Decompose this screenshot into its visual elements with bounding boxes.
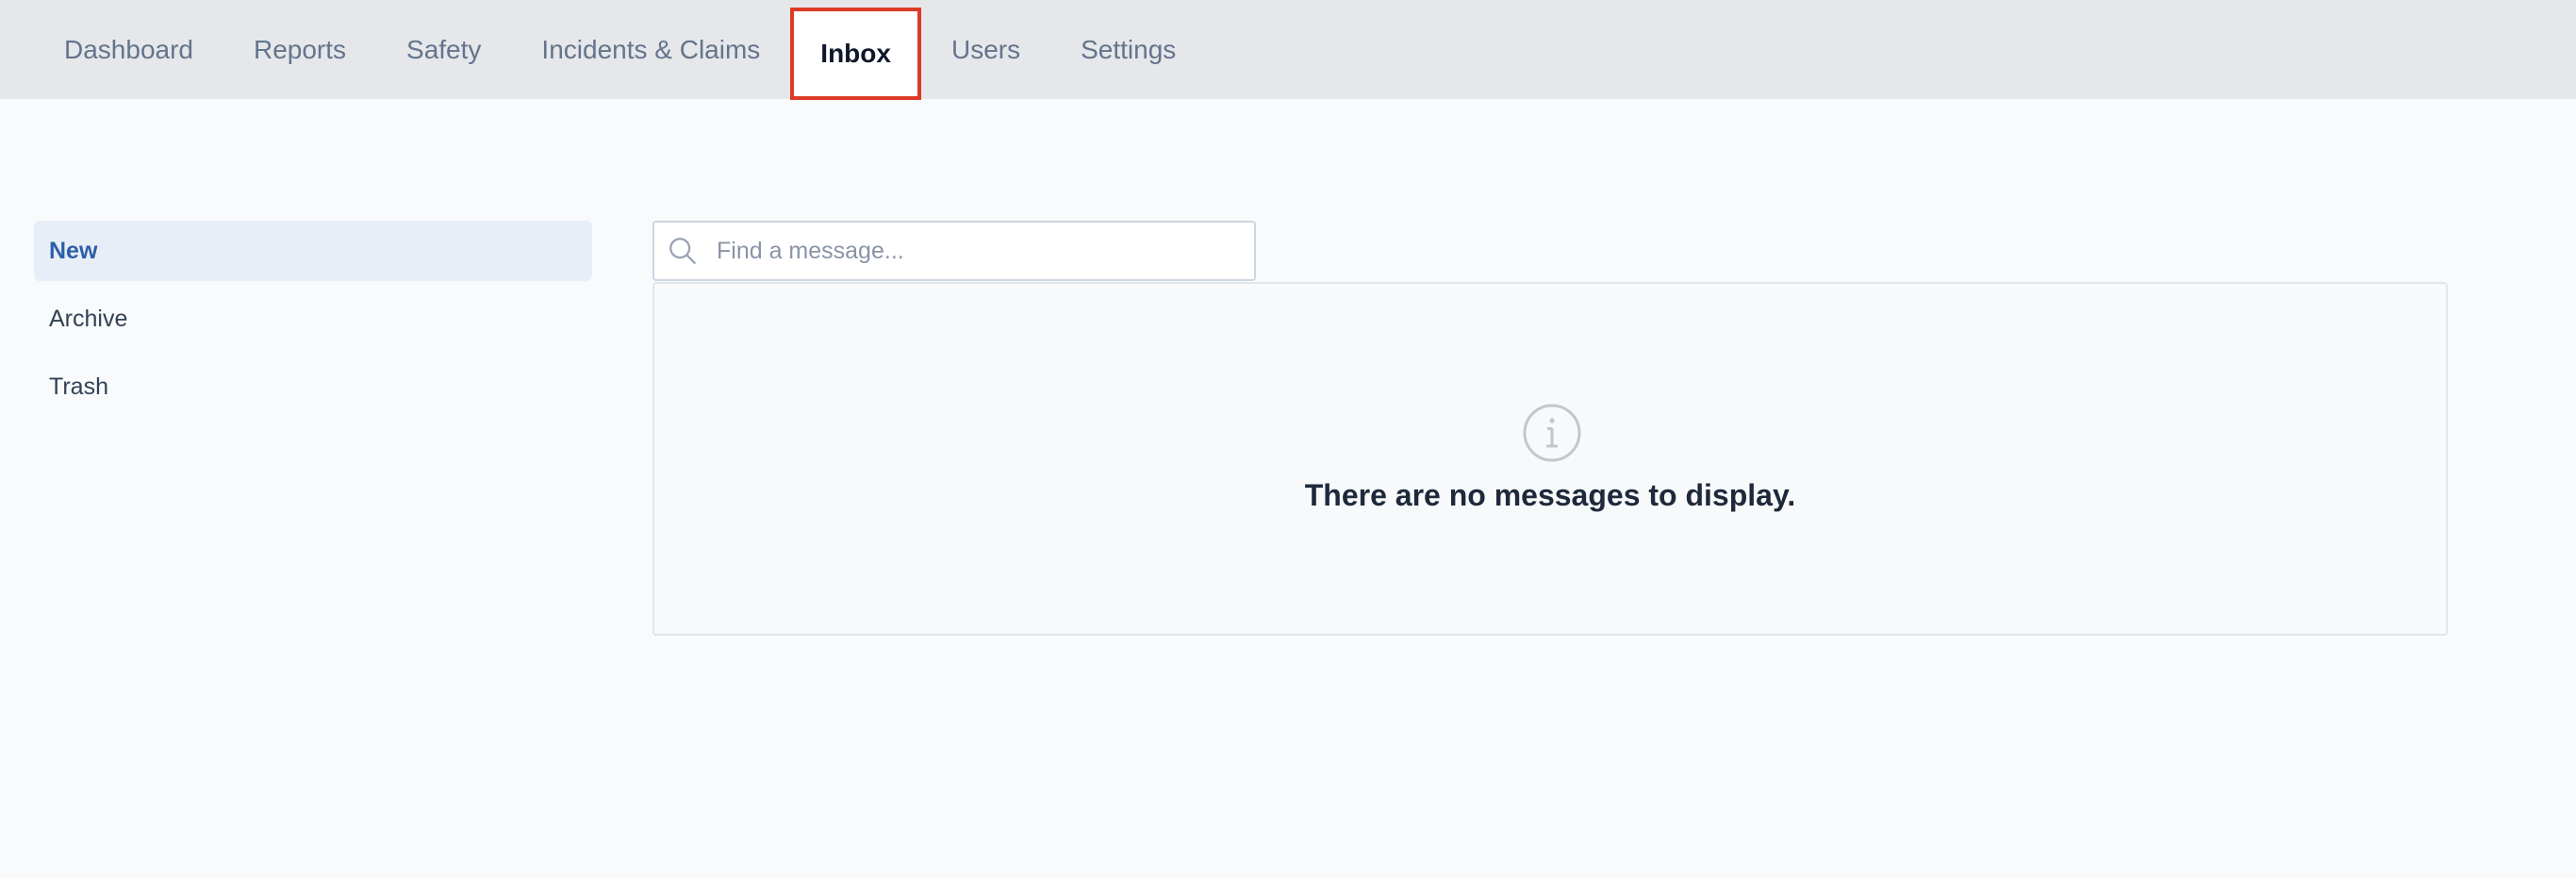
tab-incidents-claims[interactable]: Incidents & Claims: [511, 5, 790, 95]
empty-state-message: There are no messages to display.: [1304, 478, 1796, 512]
tab-users[interactable]: Users: [921, 5, 1050, 95]
inbox-sidebar: New Archive Trash: [34, 221, 592, 424]
tab-inbox[interactable]: Inbox: [790, 7, 921, 100]
top-nav: Dashboard Reports Safety Incidents & Cla…: [0, 0, 2576, 100]
search-input[interactable]: [711, 224, 1239, 277]
sidebar-item-trash[interactable]: Trash: [34, 357, 592, 417]
info-icon: [1522, 403, 1582, 463]
search-icon: [654, 223, 711, 279]
tab-reports[interactable]: Reports: [223, 5, 376, 95]
tab-safety[interactable]: Safety: [376, 5, 511, 95]
message-list-empty-state: There are no messages to display.: [652, 282, 2448, 636]
tab-dashboard[interactable]: Dashboard: [34, 5, 223, 95]
message-search: [652, 221, 1256, 281]
sidebar-item-new[interactable]: New: [34, 221, 592, 281]
sidebar-item-archive[interactable]: Archive: [34, 289, 592, 349]
tab-settings[interactable]: Settings: [1050, 5, 1206, 95]
